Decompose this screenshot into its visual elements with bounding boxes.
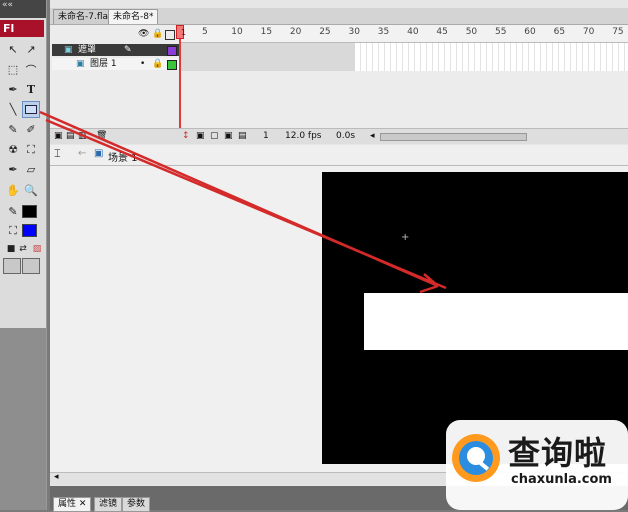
tab-label: 属性 <box>58 499 77 509</box>
watermark-title: 查询啦 <box>508 434 608 472</box>
watermark-url: chaxunla.com <box>511 472 612 487</box>
close-icon[interactable]: ✕ <box>79 499 87 509</box>
